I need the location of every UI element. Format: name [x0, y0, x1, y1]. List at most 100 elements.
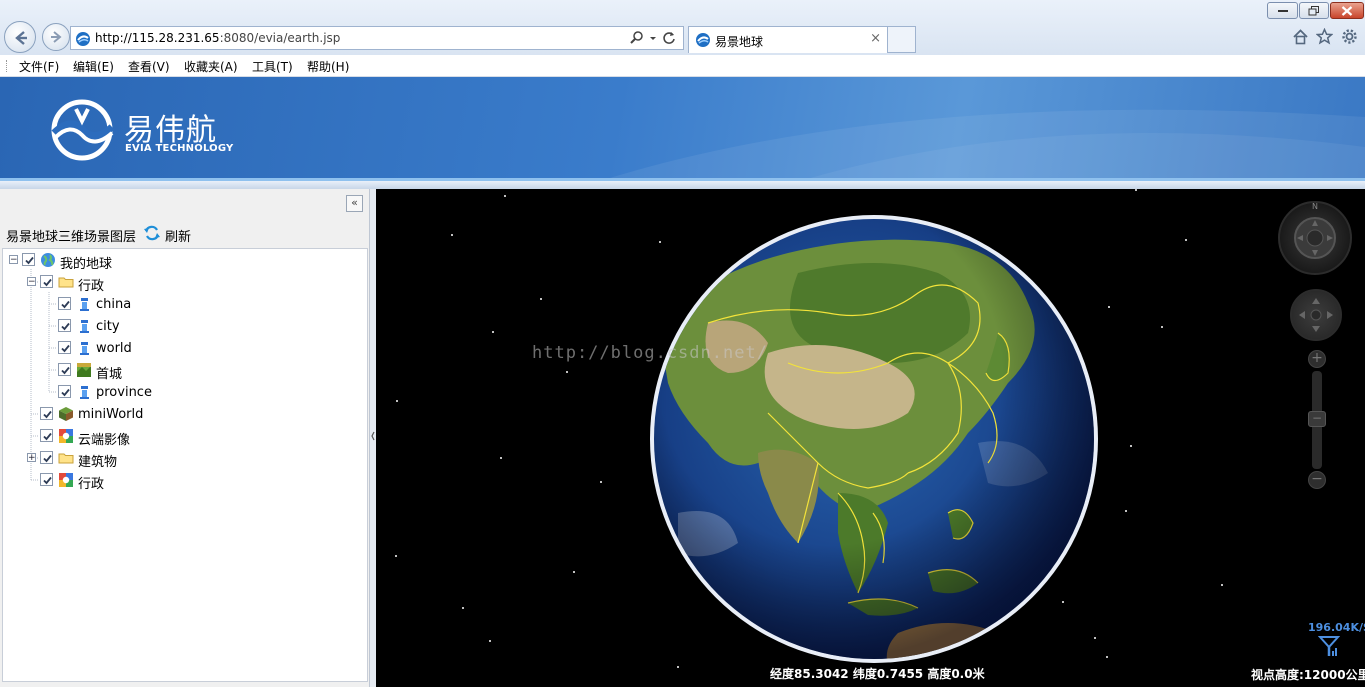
pan-control[interactable] [1290, 289, 1342, 341]
layer-checkbox[interactable] [58, 319, 71, 332]
separator-bar [0, 181, 1365, 189]
brand-subtitle: EVIA TECHNOLOGY [125, 143, 234, 154]
chevron-down-icon[interactable] [649, 30, 657, 46]
address-tools [629, 30, 677, 49]
layer-checkbox[interactable] [58, 341, 71, 354]
tree-node-buildings[interactable]: + 建筑物 [3, 449, 363, 470]
layer-checkbox[interactable] [22, 253, 35, 266]
star [1106, 656, 1108, 658]
menu-file[interactable]: 文件(F) [19, 58, 59, 75]
star [500, 457, 502, 459]
restore-button[interactable] [1299, 2, 1329, 19]
expand-toggle[interactable]: + [27, 453, 36, 463]
cube-icon [59, 407, 73, 421]
star [1125, 510, 1127, 512]
menu-view[interactable]: 查看(V) [128, 58, 170, 75]
earth-globe[interactable] [648, 213, 1100, 665]
menu-tools[interactable]: 工具(T) [252, 58, 293, 75]
cursor-coordinates: 经度85.3042 纬度0.7455 高度0.0米 [770, 667, 985, 681]
tree-node-city[interactable]: city [3, 317, 363, 337]
tree-node-capital[interactable]: 首城 [3, 361, 363, 382]
refresh-page-icon[interactable] [661, 30, 677, 46]
tab-close-icon[interactable]: × [870, 31, 881, 46]
header-banner: 易伟航 EVIA TECHNOLOGY [0, 77, 1365, 181]
layer-toolbar: 易景地球三维场景图层 刷新 [0, 220, 369, 248]
home-icon[interactable] [1292, 28, 1309, 45]
star [395, 555, 397, 557]
gear-icon[interactable] [1341, 28, 1358, 45]
forward-button[interactable] [42, 23, 70, 51]
layer-checkbox[interactable] [40, 429, 53, 442]
star [396, 400, 398, 402]
star [492, 331, 494, 333]
layer-panel: « 易景地球三维场景图层 刷新 − 我的地球 − 行政 china city w… [0, 189, 370, 687]
tree-node-label: province [96, 385, 152, 400]
star [1185, 239, 1187, 241]
menu-edit[interactable]: 编辑(E) [73, 58, 114, 75]
back-button[interactable] [4, 21, 36, 53]
globe-view[interactable]: http://blog.csdn.net/ N + − − 196.04K/S … [376, 189, 1365, 687]
tree-node-admin-folder[interactable]: − 行政 [3, 273, 363, 294]
layer-checkbox[interactable] [40, 275, 53, 288]
checkmark-icon [61, 344, 70, 353]
compass-control[interactable]: N [1278, 201, 1352, 275]
browser-tab[interactable]: 易景地球 × [688, 26, 888, 53]
tree-node-cloud-imagery[interactable]: 云端影像 [3, 427, 363, 448]
download-speed: 196.04K/S [1308, 621, 1365, 634]
tree-node-admin-google[interactable]: 行政 [3, 471, 363, 492]
checkmark-icon [61, 300, 70, 309]
close-icon [1341, 5, 1353, 16]
layer-checkbox[interactable] [40, 407, 53, 420]
new-tab-button[interactable] [888, 26, 916, 53]
expand-toggle[interactable]: − [27, 277, 36, 287]
checkmark-icon [61, 366, 70, 375]
address-bar[interactable]: http://115.28.231.65:8080/evia/earth.jsp [70, 26, 684, 50]
layer-checkbox[interactable] [40, 473, 53, 486]
layer-checkbox[interactable] [58, 385, 71, 398]
folder-icon [58, 453, 74, 464]
layer-checkbox[interactable] [40, 451, 53, 464]
star [600, 481, 602, 483]
site-icon [76, 32, 90, 46]
zoom-slider-thumb[interactable]: − [1308, 411, 1326, 427]
collapse-panel-button[interactable]: « [346, 195, 363, 212]
signal-icon [1318, 636, 1340, 656]
refresh-icon[interactable] [143, 224, 161, 242]
watermark-text: http://blog.csdn.net/ [532, 343, 768, 363]
tree-node-province[interactable]: province [3, 383, 363, 403]
tree-node-label: city [96, 319, 120, 334]
star [489, 640, 491, 642]
minimize-button[interactable] [1267, 2, 1298, 19]
favorites-star-icon[interactable] [1316, 28, 1333, 45]
splitter-arrow-icon [371, 431, 375, 441]
checkmark-icon [25, 256, 34, 265]
expand-toggle[interactable]: − [9, 255, 18, 265]
google-icon [59, 473, 73, 487]
tree-node-world[interactable]: world [3, 339, 363, 359]
star [504, 195, 506, 197]
refresh-button[interactable]: 刷新 [165, 226, 191, 245]
restore-icon [1308, 5, 1319, 15]
layer-checkbox[interactable] [58, 363, 71, 376]
tree-node-china[interactable]: china [3, 295, 363, 315]
star [677, 666, 679, 668]
viewpoint-altitude: 视点高度:12000公里 [1251, 668, 1365, 682]
tree-node-my-earth[interactable]: − 我的地球 [3, 251, 363, 272]
close-window-button[interactable] [1330, 2, 1364, 19]
layer-checkbox[interactable] [58, 297, 71, 310]
menu-help[interactable]: 帮助(H) [307, 58, 349, 75]
search-icon[interactable] [629, 30, 645, 46]
brand-logo-icon [51, 99, 115, 161]
zoom-in-button[interactable]: + [1308, 350, 1326, 368]
menu-favorites[interactable]: 收藏夹(A) [184, 58, 238, 75]
address-text[interactable]: http://115.28.231.65:8080/evia/earth.jsp [95, 31, 340, 45]
tree-node-label: 我的地球 [60, 257, 113, 272]
zoom-out-button[interactable]: − [1308, 471, 1326, 489]
checkmark-icon [43, 454, 52, 463]
star [1108, 306, 1110, 308]
forward-arrow-icon [51, 31, 62, 43]
tree-node-miniworld[interactable]: miniWorld [3, 405, 363, 425]
star [1135, 189, 1137, 191]
tree-node-label: 行政 [78, 279, 105, 294]
tree-node-label: 行政 [78, 477, 105, 492]
